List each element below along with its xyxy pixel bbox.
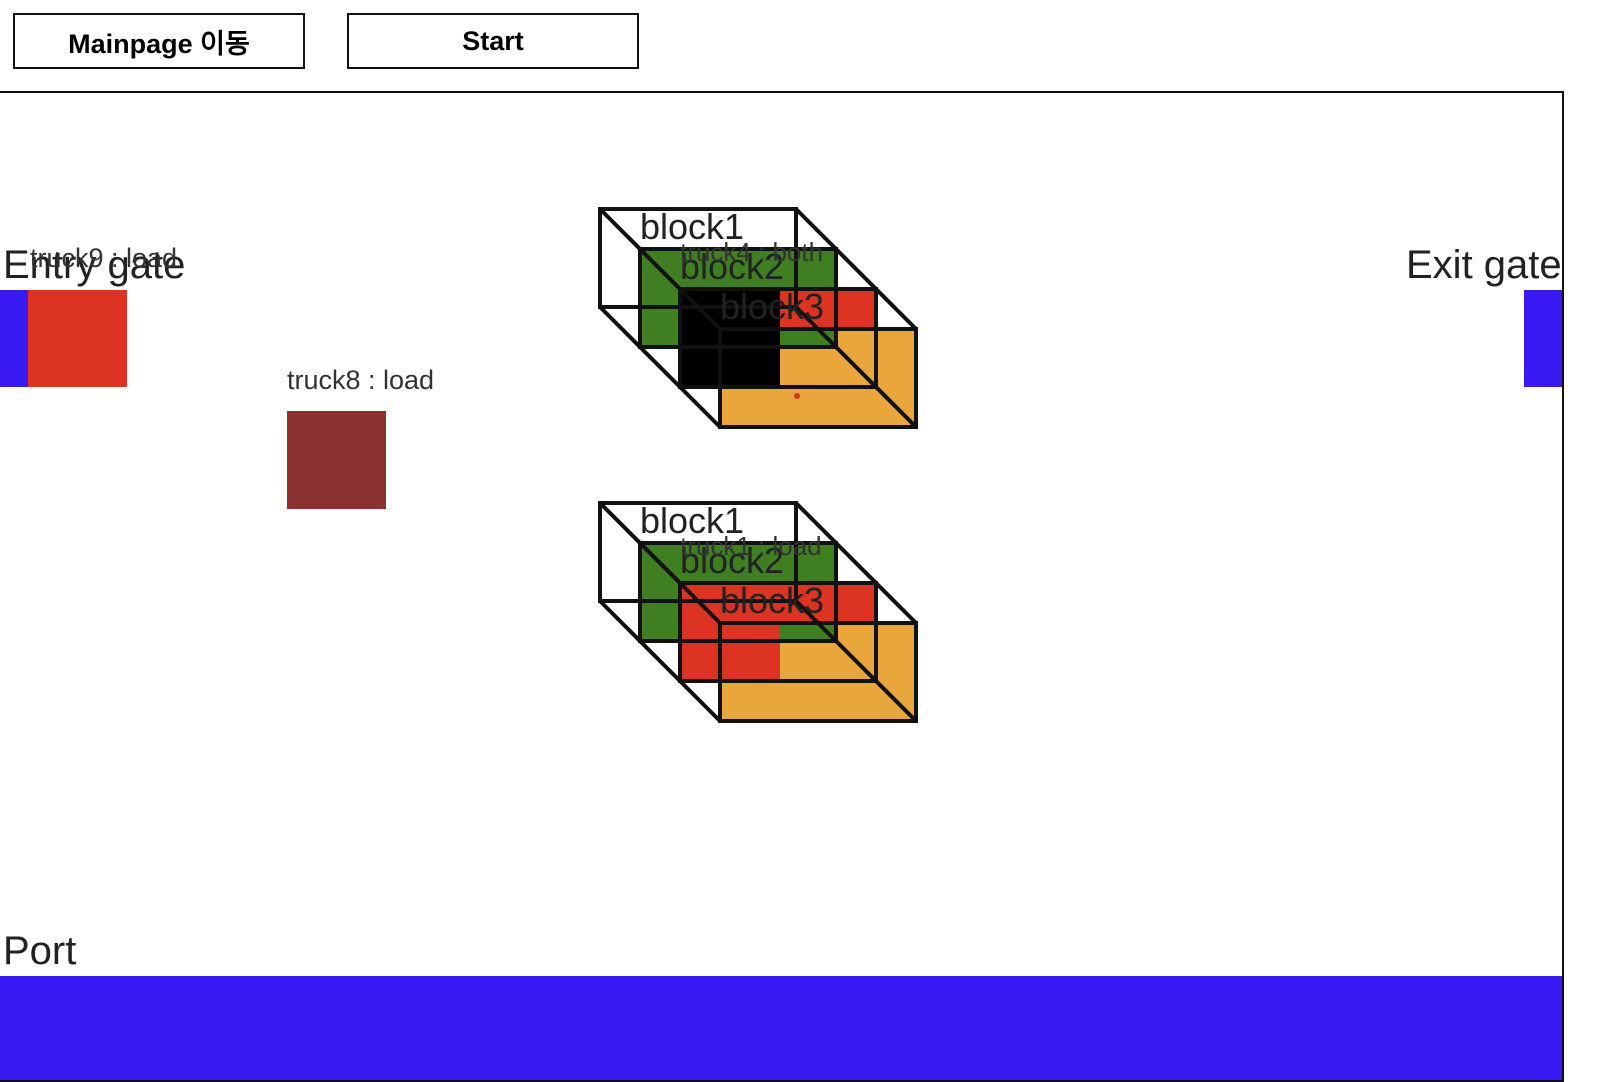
truck8 [287,411,386,509]
port [0,976,1562,1080]
exit-gate [1524,290,1562,387]
block-group-1: block1 block2 block3 truck4 : both [598,206,918,429]
entry-gate [0,290,30,387]
truck4-label: truck4 : both [680,237,823,267]
port-label: Port [3,929,77,973]
block3-label: block3 [720,580,824,621]
truck1-label: truck1 : load [680,531,822,561]
block-group-2: block1 block2 block3 truck1 : load [598,500,918,723]
truck9 [28,290,127,387]
marker-dot [794,393,800,399]
truck9-label: truck9 : load [30,243,178,273]
simulation-canvas: Entry gate truck9 : load truck8 : load E… [0,91,1564,1082]
block3-label: block3 [720,286,824,327]
start-button[interactable]: Start [347,13,639,69]
mainpage-button[interactable]: Mainpage 이동 [13,13,305,69]
truck8-label: truck8 : load [287,365,435,395]
exit-gate-label: Exit gate [1406,243,1562,287]
